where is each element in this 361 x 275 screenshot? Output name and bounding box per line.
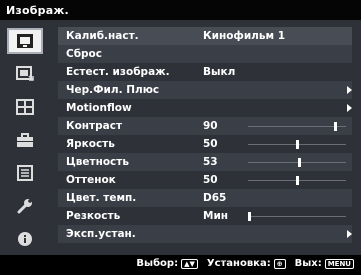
menu-item-reset[interactable]: Сброс [58, 45, 352, 63]
menu-item-contrast[interactable]: Контраст 90 [58, 117, 352, 135]
menu-item-expert-settings[interactable]: Эксп.устан. [58, 225, 352, 243]
menu-item-value: 90 [203, 120, 218, 132]
menu-item-value: Мин [203, 210, 229, 222]
slider-knob[interactable] [248, 212, 251, 221]
picture-icon [17, 34, 33, 48]
info-icon [18, 232, 32, 246]
screen-adjust-icon [16, 66, 34, 81]
menu-item-sharpness[interactable]: Резкость Мин [58, 207, 352, 225]
menu-item-value: 50 [203, 174, 218, 186]
slider-knob[interactable] [296, 176, 299, 185]
menu-item-label: Контраст [66, 120, 123, 132]
menu-item-value: 50 [203, 138, 218, 150]
slider-knob[interactable] [296, 140, 299, 149]
menu-item-label: Резкость [66, 210, 121, 222]
navigation-hints: Выбор: ▲▼ Установка: ⊕ Вых: MENU [136, 258, 355, 269]
contrast-slider[interactable] [248, 122, 346, 131]
brightness-slider[interactable] [248, 140, 346, 149]
menu-item-label: Чер.Фил. Плюс [66, 84, 160, 96]
menu-item-label: Яркость [66, 138, 115, 150]
menu-key-icon: MENU [324, 258, 354, 269]
menu-item-hue[interactable]: Оттенок 50 [58, 171, 352, 189]
tab-settings[interactable] [7, 193, 43, 219]
menu-title: Изображ. [6, 4, 69, 17]
category-sidebar [0, 20, 56, 255]
select-hint-label: Выбор: [136, 258, 179, 269]
menu-item-value: Выкл [203, 66, 236, 78]
wrench-icon [17, 199, 32, 214]
color-slider[interactable] [248, 158, 346, 167]
menu-item-color[interactable]: Цветность 53 [58, 153, 352, 171]
menu-item-brightness[interactable]: Яркость 50 [58, 135, 352, 153]
tab-features[interactable] [7, 127, 43, 153]
tab-list[interactable] [7, 160, 43, 186]
hue-slider[interactable] [248, 176, 346, 185]
menu-item-label: Цвет. темп. [66, 192, 137, 204]
menu-item-color-temp[interactable]: Цвет. темп. D65 [58, 189, 352, 207]
exit-hint-label: Вых: [294, 258, 322, 269]
enter-key-icon: ⊕ [273, 258, 286, 269]
tab-grid[interactable] [7, 94, 43, 120]
menu-item-natural-picture[interactable]: Естест. изображ. Выкл [58, 63, 352, 81]
up-down-arrows-icon: ▲▼ [181, 258, 198, 269]
submenu-arrow-icon [347, 86, 352, 94]
tab-screen[interactable] [7, 61, 43, 87]
menu-item-motionflow[interactable]: Motionflow [58, 99, 352, 117]
submenu-arrow-icon [347, 104, 352, 112]
menu-item-label: Эксп.устан. [66, 228, 136, 240]
slider-knob[interactable] [298, 158, 301, 167]
menu-item-calibration[interactable]: Калиб.наст. Кинофильм 1 [58, 27, 352, 45]
tab-info[interactable] [7, 226, 43, 252]
menu-item-label: Естест. изображ. [66, 66, 170, 78]
briefcase-icon [17, 133, 33, 147]
menu-item-label: Оттенок [66, 174, 116, 186]
menu-item-value: Кинофильм 1 [203, 30, 286, 42]
menu-item-value: 53 [203, 156, 218, 168]
menu-item-label: Motionflow [66, 102, 132, 114]
menu-item-label: Калиб.наст. [66, 30, 139, 42]
submenu-arrow-icon [347, 230, 352, 238]
sharpness-slider[interactable] [248, 212, 346, 221]
menu-item-label: Цветность [66, 156, 130, 168]
set-hint-label: Установка: [206, 258, 271, 269]
menu-item-black-filter-plus[interactable]: Чер.Фил. Плюс [58, 81, 352, 99]
slider-knob[interactable] [334, 122, 337, 131]
menu-item-value: D65 [203, 192, 227, 204]
grid-icon [16, 99, 34, 115]
menu-item-label: Сброс [66, 48, 102, 60]
tab-picture[interactable] [7, 28, 43, 54]
list-icon [17, 165, 33, 181]
